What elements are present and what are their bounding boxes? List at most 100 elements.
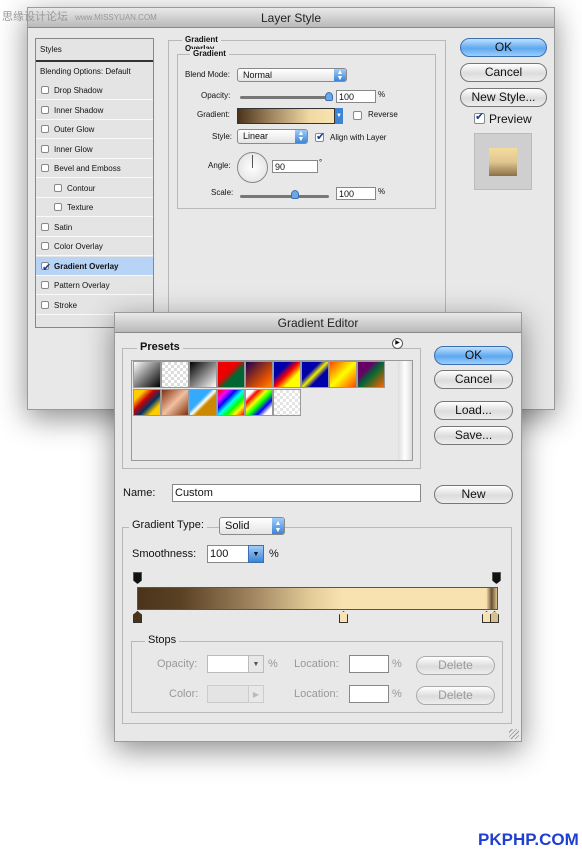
- gradient-type-label: Gradient Type:: [129, 519, 207, 531]
- style-item-satin[interactable]: Satin: [36, 217, 153, 237]
- preset-swatch[interactable]: [273, 389, 301, 416]
- style-item-checkbox[interactable]: [54, 203, 62, 211]
- style-item-checkbox[interactable]: [41, 222, 49, 231]
- gradient-preview-bar[interactable]: [137, 587, 498, 610]
- style-item-label: Gradient Overlay: [54, 261, 119, 271]
- style-item-checkbox[interactable]: [41, 164, 49, 172]
- style-item-label: Texture: [67, 203, 94, 212]
- save-button[interactable]: Save...: [434, 426, 513, 445]
- style-item-checkbox[interactable]: [41, 125, 49, 133]
- preview-checkbox[interactable]: [474, 110, 485, 124]
- smoothness-dropdown-icon[interactable]: ▼: [248, 545, 264, 563]
- style-item-label: Stroke: [54, 300, 78, 310]
- style-item-texture[interactable]: Texture: [36, 198, 153, 217]
- preset-swatch[interactable]: [189, 389, 217, 416]
- opacity-slider[interactable]: [240, 96, 330, 99]
- color-location-label: Location:: [294, 688, 339, 700]
- smoothness-label: Smoothness:: [132, 548, 197, 560]
- gradient-label: Gradient:: [197, 110, 230, 119]
- style-item-drop-shadow[interactable]: Drop Shadow: [36, 81, 153, 100]
- preset-swatch[interactable]: [133, 361, 161, 388]
- scale-input[interactable]: 100: [336, 187, 376, 200]
- angle-input[interactable]: 90: [272, 160, 318, 173]
- style-item-outer-glow[interactable]: Outer Glow: [36, 120, 153, 139]
- style-item-checkbox[interactable]: [54, 183, 62, 192]
- style-item-checkbox[interactable]: [41, 242, 49, 250]
- resize-grip-icon[interactable]: [509, 729, 519, 739]
- editor-ok-button[interactable]: OK: [434, 346, 513, 365]
- style-item-label: Contour: [67, 183, 96, 193]
- editor-cancel-button[interactable]: Cancel: [434, 370, 513, 389]
- style-item-gradient-overlay[interactable]: Gradient Overlay: [36, 256, 153, 278]
- style-item-label: Outer Glow: [54, 125, 95, 134]
- opacity-location-input[interactable]: [349, 655, 389, 673]
- preset-swatch[interactable]: [161, 389, 189, 416]
- preset-swatch[interactable]: [217, 361, 245, 388]
- style-item-label: Inner Shadow: [54, 105, 104, 115]
- stop-color-swatch[interactable]: [207, 685, 249, 703]
- style-item-checkbox[interactable]: [41, 105, 49, 114]
- style-item-inner-shadow[interactable]: Inner Shadow: [36, 100, 153, 120]
- style-item-checkbox[interactable]: [41, 144, 49, 153]
- style-item-checkbox[interactable]: [41, 300, 49, 309]
- color-location-input[interactable]: [349, 685, 389, 703]
- preset-swatch[interactable]: [217, 389, 245, 416]
- opacity-location-unit: %: [392, 658, 402, 670]
- opacity-input[interactable]: 100: [336, 90, 376, 103]
- stops-label: Stops: [145, 634, 180, 646]
- styles-header[interactable]: Styles: [36, 39, 153, 62]
- preset-swatch[interactable]: [245, 361, 273, 388]
- stop-opacity-label: Opacity:: [157, 658, 198, 670]
- style-select[interactable]: Linear ▲ ▼: [237, 129, 308, 144]
- delete-color-stop-button[interactable]: Delete: [416, 686, 495, 705]
- preset-swatch[interactable]: [245, 389, 273, 416]
- select-arrows-icon: ▲ ▼: [295, 130, 307, 143]
- reverse-checkbox[interactable]: [353, 111, 362, 120]
- gradient-swatch[interactable]: [237, 108, 335, 124]
- new-button[interactable]: New: [434, 485, 513, 504]
- gradient-editor-titlebar[interactable]: Gradient Editor: [115, 313, 521, 333]
- preview-label: Preview: [489, 112, 532, 126]
- style-item-checkbox[interactable]: [41, 86, 49, 94]
- style-item-checkbox[interactable]: [41, 259, 51, 278]
- preset-swatch[interactable]: [161, 361, 189, 388]
- gradient-type-select[interactable]: Solid ▲ ▼: [219, 517, 285, 535]
- angle-dial[interactable]: [237, 152, 268, 183]
- blending-options[interactable]: Blending Options: Default: [36, 62, 153, 82]
- style-item-inner-glow[interactable]: Inner Glow: [36, 139, 153, 159]
- opacity-slider-thumb[interactable]: [325, 92, 333, 101]
- blend-mode-select[interactable]: Normal ▲ ▼: [237, 68, 347, 82]
- delete-opacity-stop-button[interactable]: Delete: [416, 656, 495, 675]
- scale-slider[interactable]: [240, 195, 329, 198]
- ok-button[interactable]: OK: [460, 38, 547, 57]
- footer-brand: PKPHP.COM: [478, 830, 579, 849]
- align-with-layer-checkbox[interactable]: [315, 130, 325, 143]
- style-item-contour[interactable]: Contour: [36, 178, 153, 198]
- cancel-button[interactable]: Cancel: [460, 63, 547, 82]
- style-item-checkbox[interactable]: [41, 281, 49, 289]
- new-style-button[interactable]: New Style...: [460, 88, 547, 107]
- style-item-bevel-and-emboss[interactable]: Bevel and Emboss: [36, 159, 153, 178]
- stop-opacity-dropdown-icon[interactable]: ▼: [248, 655, 264, 673]
- presets-scrollbar[interactable]: [398, 361, 412, 460]
- gradient-type-value: Solid: [225, 520, 250, 532]
- presets-menu-icon[interactable]: ▶: [392, 338, 403, 349]
- preset-swatch[interactable]: [301, 361, 329, 388]
- preset-swatch[interactable]: [273, 361, 301, 388]
- stop-opacity-input[interactable]: [207, 655, 249, 673]
- stop-color-label: Color:: [169, 688, 199, 700]
- preset-swatch[interactable]: [189, 361, 217, 388]
- gradient-dropdown-icon[interactable]: ▼: [335, 108, 343, 124]
- angle-dial-needle: [252, 155, 253, 168]
- select-arrows-icon: ▲ ▼: [272, 518, 284, 534]
- reverse-label: Reverse: [368, 110, 398, 119]
- preset-swatch[interactable]: [133, 389, 161, 416]
- style-item-pattern-overlay[interactable]: Pattern Overlay: [36, 276, 153, 295]
- name-input[interactable]: Custom: [172, 484, 421, 502]
- preset-swatch[interactable]: [329, 361, 357, 388]
- scale-slider-thumb[interactable]: [291, 190, 299, 199]
- preset-swatch[interactable]: [357, 361, 385, 388]
- style-item-color-overlay[interactable]: Color Overlay: [36, 237, 153, 256]
- stop-color-arrow-icon[interactable]: ▶: [248, 685, 264, 703]
- load-button[interactable]: Load...: [434, 401, 513, 420]
